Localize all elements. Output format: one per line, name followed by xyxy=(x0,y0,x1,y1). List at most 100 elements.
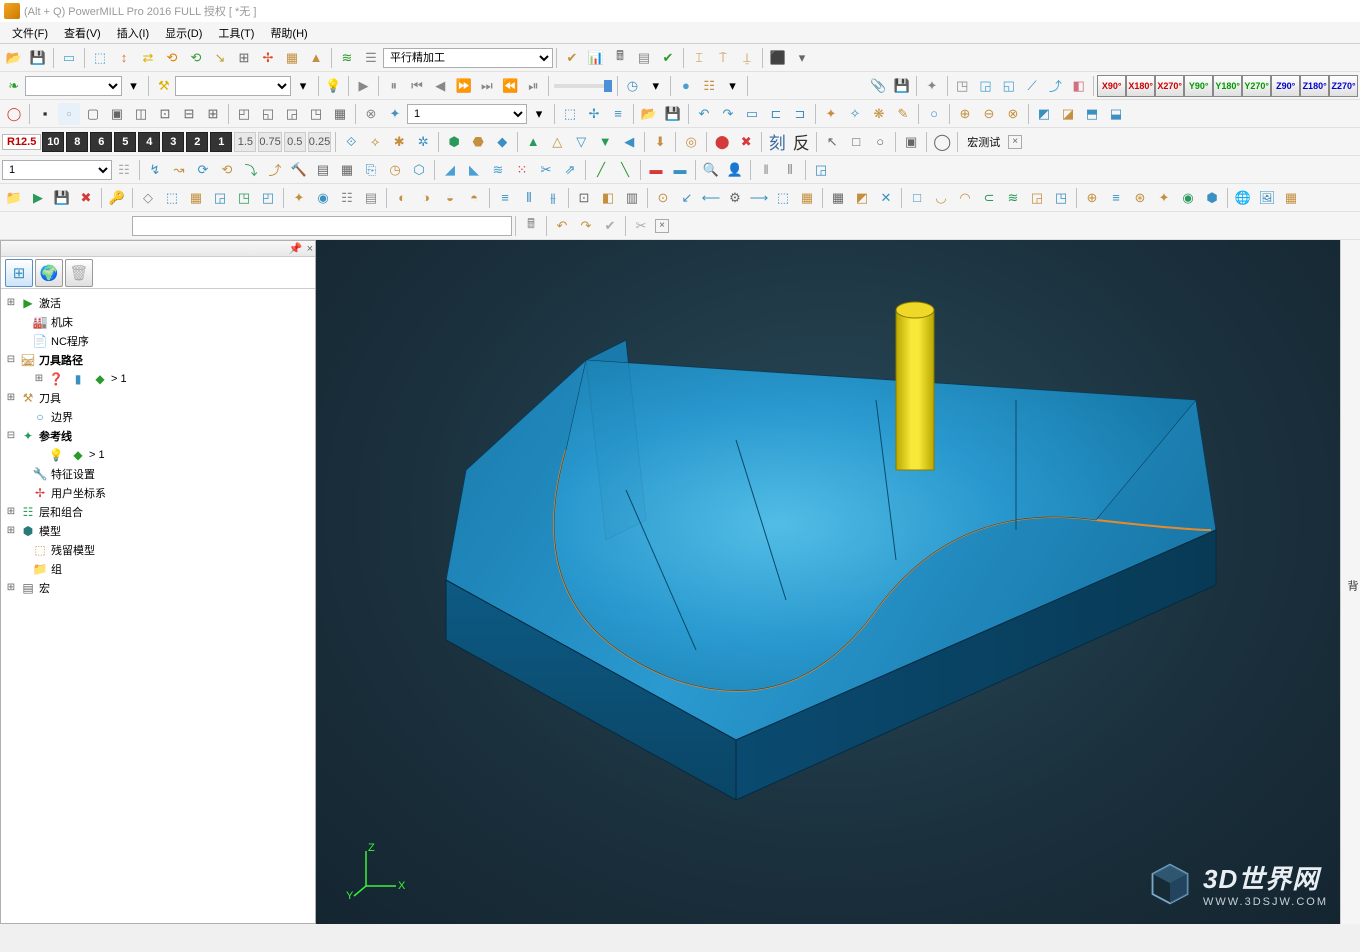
combo-2a[interactable] xyxy=(25,76,122,96)
drop-b-icon[interactable]: ▾ xyxy=(292,75,313,97)
light-cube-icon[interactable]: ▫ xyxy=(58,103,80,125)
r5a-icon[interactable]: ↯ xyxy=(144,159,166,181)
arrow-nw-icon[interactable]: ↖ xyxy=(821,131,843,153)
box-blue-icon[interactable]: ▭ xyxy=(741,103,763,125)
snap-icon[interactable]: ⊗ xyxy=(360,103,382,125)
r4a-icon[interactable]: ⟐ xyxy=(340,131,362,153)
diamond-icon[interactable]: ◇ xyxy=(137,187,159,209)
tab-trash[interactable]: 🗑 xyxy=(65,259,93,287)
tool3-icon[interactable]: ⍊ xyxy=(736,47,758,69)
step-back-icon[interactable]: ⏮ xyxy=(406,75,427,97)
step-3[interactable]: 3 xyxy=(162,132,184,152)
circle-icon[interactable]: ○ xyxy=(869,131,891,153)
r6m-icon[interactable]: ▤ xyxy=(360,187,382,209)
step-fwd-icon[interactable]: ⏭ xyxy=(476,75,497,97)
pic-icon[interactable]: 🖼 xyxy=(1256,187,1278,209)
arc1-icon[interactable]: ◡ xyxy=(930,187,952,209)
fan-button[interactable]: 反 xyxy=(790,131,812,153)
green-line-icon[interactable]: ╱ xyxy=(590,159,612,181)
r5e-icon[interactable]: ⤵ xyxy=(240,159,262,181)
arc2-icon[interactable]: ◠ xyxy=(954,187,976,209)
r4k-icon[interactable]: ▼ xyxy=(594,131,616,153)
doc-icon[interactable]: ▤ xyxy=(312,159,334,181)
r6e-icon[interactable]: ⬚ xyxy=(161,187,183,209)
r6z2-icon[interactable]: ▦ xyxy=(796,187,818,209)
square-icon[interactable]: □ xyxy=(845,131,867,153)
sel1-icon[interactable]: ⬚ xyxy=(559,103,581,125)
undo2-icon[interactable]: ↶ xyxy=(693,103,715,125)
crop2-icon[interactable]: ⊐ xyxy=(789,103,811,125)
layers-icon[interactable]: ☷ xyxy=(699,75,720,97)
cube-blue2-icon[interactable]: ◳ xyxy=(1050,187,1072,209)
misc1-icon[interactable]: ⊕ xyxy=(954,103,976,125)
r6a-icon[interactable]: 📁 xyxy=(3,187,25,209)
cube-icon[interactable]: ⬚ xyxy=(89,47,111,69)
view4-icon[interactable]: ◳ xyxy=(305,103,327,125)
grid-small-icon[interactable]: ⊞ xyxy=(233,47,255,69)
save-icon[interactable]: 💾 xyxy=(27,47,49,69)
r6o-icon[interactable]: ◑ xyxy=(415,187,437,209)
red-box-icon[interactable]: ▬ xyxy=(645,159,667,181)
r6x-icon[interactable]: ⊙ xyxy=(652,187,674,209)
cube-wire-icon[interactable]: ◳ xyxy=(952,75,973,97)
r4m-icon[interactable]: ⬇ xyxy=(649,131,671,153)
r5f-icon[interactable]: ⤴ xyxy=(264,159,286,181)
safe-z-icon[interactable]: ↕ xyxy=(113,47,135,69)
strategy-icon[interactable]: ≋ xyxy=(336,47,358,69)
mill4-icon[interactable]: ✦ xyxy=(1153,187,1175,209)
copy-icon[interactable]: ⎘ xyxy=(360,159,382,181)
step-0-5[interactable]: 0.5 xyxy=(284,132,306,152)
combo-2b[interactable] xyxy=(175,76,291,96)
r4d-icon[interactable]: ✲ xyxy=(412,131,434,153)
misc2-icon[interactable]: ⊖ xyxy=(978,103,1000,125)
r6z3-icon[interactable]: ◩ xyxy=(851,187,873,209)
step-1[interactable]: 1 xyxy=(210,132,232,152)
step-0-25[interactable]: 0.25 xyxy=(308,132,331,152)
drop-3-icon[interactable]: ▾ xyxy=(528,103,550,125)
tab-tree[interactable]: ⊞ xyxy=(5,259,33,287)
step-6[interactable]: 6 xyxy=(90,132,112,152)
ffwd-icon[interactable]: ⏩ xyxy=(453,75,474,97)
surf1-icon[interactable]: ◢ xyxy=(439,159,461,181)
rot-z90[interactable]: Z90° xyxy=(1271,75,1300,97)
speed-slider[interactable] xyxy=(554,84,612,88)
cube-d-icon[interactable]: ⬓ xyxy=(1105,103,1127,125)
list2-icon[interactable]: ▦ xyxy=(336,159,358,181)
command-input[interactable] xyxy=(132,216,512,236)
mill1-icon[interactable]: ⊕ xyxy=(1081,187,1103,209)
cut-icon[interactable]: ✂ xyxy=(630,215,652,237)
hex-icon[interactable]: ⬡ xyxy=(408,159,430,181)
wire5-icon[interactable]: ⊟ xyxy=(178,103,200,125)
mill6-icon[interactable]: ⬢ xyxy=(1201,187,1223,209)
start-icon[interactable]: ⇄ xyxy=(137,47,159,69)
cmd-close[interactable]: × xyxy=(655,219,669,233)
menu-view[interactable]: 查看(V) xyxy=(56,23,109,43)
menu-help[interactable]: 帮助(H) xyxy=(262,23,315,43)
cancel-icon[interactable]: ✖ xyxy=(735,131,757,153)
pat2-icon[interactable]: ✧ xyxy=(844,103,866,125)
r4e-icon[interactable]: ⬢ xyxy=(443,131,465,153)
cube-yellow-icon[interactable]: ◲ xyxy=(1026,187,1048,209)
clock-icon[interactable]: ◷ xyxy=(622,75,643,97)
green-line2-icon[interactable]: ╲ xyxy=(614,159,636,181)
blue-box-icon[interactable]: ▬ xyxy=(669,159,691,181)
sq-blue-icon[interactable]: □ xyxy=(906,187,928,209)
check-green-icon[interactable]: ✔ xyxy=(657,47,679,69)
r4h-icon[interactable]: ▲ xyxy=(522,131,544,153)
tape-icon[interactable]: ▤ xyxy=(633,47,655,69)
grid-icon[interactable]: ▦ xyxy=(281,47,303,69)
arc4-icon[interactable]: ≋ xyxy=(1002,187,1024,209)
scissors-icon[interactable]: ✂ xyxy=(535,159,557,181)
step-2[interactable]: 2 xyxy=(186,132,208,152)
verify-icon[interactable]: ✔ xyxy=(561,47,583,69)
mill3-icon[interactable]: ⊛ xyxy=(1129,187,1151,209)
r6j-icon[interactable]: ✦ xyxy=(288,187,310,209)
key-icon[interactable]: 🔑 xyxy=(106,187,128,209)
r6z4-icon[interactable]: ✕ xyxy=(875,187,897,209)
wire2-icon[interactable]: ▣ xyxy=(106,103,128,125)
cube-b-icon[interactable]: ◪ xyxy=(1057,103,1079,125)
arrow-right-icon[interactable]: ⟶ xyxy=(748,187,770,209)
r4j-icon[interactable]: ▽ xyxy=(570,131,592,153)
wire1-icon[interactable]: ▢ xyxy=(82,103,104,125)
leads-orange-icon[interactable]: ⟲ xyxy=(161,47,183,69)
